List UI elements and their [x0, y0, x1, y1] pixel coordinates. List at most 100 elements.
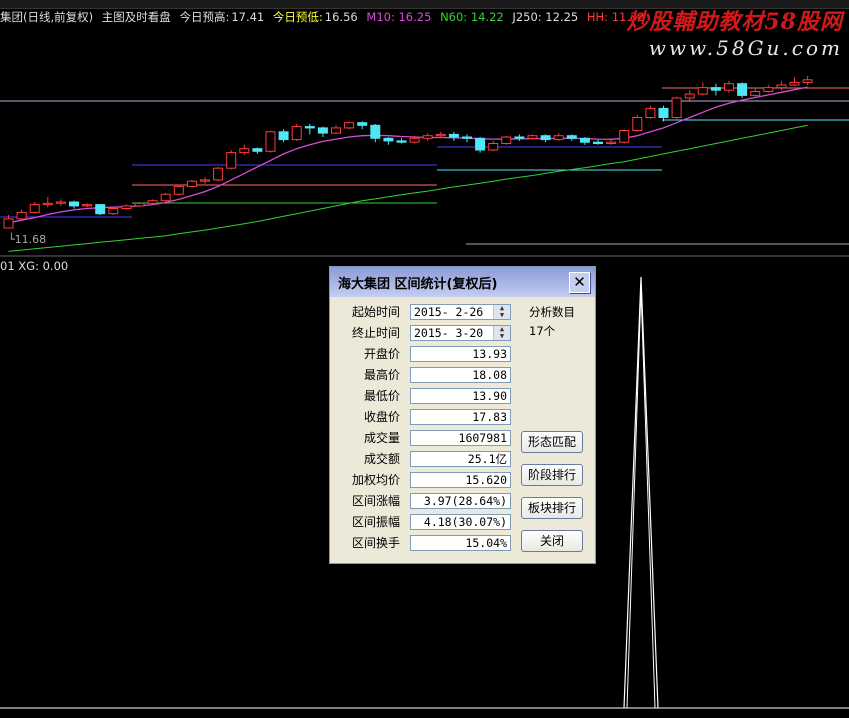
start-date-value: 2015- 2-26 — [414, 305, 484, 319]
candle — [3, 218, 14, 229]
range-stats-dialog: 海大集团 区间统计(复权后) ✕ 起始时间 2015- 2-26 ▲ ▼ 终止时间… — [329, 266, 596, 564]
stat-value: 25.1亿 — [410, 451, 511, 467]
candle — [724, 83, 734, 91]
sector-rank-button[interactable]: 板块排行 — [521, 497, 583, 519]
spin-down-icon[interactable]: ▼ — [494, 333, 510, 340]
candle — [789, 81, 800, 86]
candle — [331, 127, 341, 134]
stat-value: 13.90 — [410, 388, 511, 404]
end-date-spinner[interactable]: ▲ ▼ — [493, 326, 510, 340]
start-time-label: 起始时间 — [351, 305, 400, 319]
close-icon[interactable]: ✕ — [569, 272, 590, 293]
candle — [252, 148, 263, 152]
candle — [317, 127, 328, 134]
candle — [69, 201, 79, 207]
candle — [462, 136, 472, 139]
stat-label: 收盘价 — [363, 410, 400, 424]
candle — [344, 122, 355, 129]
candle — [671, 97, 682, 118]
stage-rank-button[interactable]: 阶段排行 — [521, 464, 583, 486]
ma-green-line — [8, 124, 808, 252]
candle — [226, 152, 237, 169]
candle — [16, 211, 27, 220]
candle — [357, 122, 368, 126]
stat-value: 1607981 — [410, 430, 511, 446]
end-date-picker[interactable]: 2015- 3-20 ▲ ▼ — [410, 325, 511, 341]
stat-label: 成交量 — [363, 431, 400, 445]
dialog-titlebar[interactable]: 海大集团 区间统计(复权后) ✕ — [330, 267, 595, 297]
candle — [553, 135, 564, 141]
candle — [579, 137, 590, 143]
stat-label: 成交额 — [363, 452, 400, 466]
candle — [173, 185, 184, 195]
candle — [632, 117, 643, 131]
candle — [645, 107, 656, 119]
candle — [488, 143, 499, 151]
indicator-spike-inner — [626, 288, 656, 709]
spin-down-icon[interactable]: ▼ — [494, 312, 510, 319]
stat-value: 4.18(30.07%) — [410, 514, 511, 530]
candle — [186, 180, 197, 187]
candle — [147, 200, 158, 204]
candle — [160, 193, 171, 202]
stat-label: 区间涨幅 — [351, 494, 400, 508]
candle — [29, 204, 40, 213]
start-date-picker[interactable]: 2015- 2-26 ▲ ▼ — [410, 304, 511, 320]
candle — [213, 167, 224, 181]
candle — [108, 208, 119, 215]
candle — [55, 201, 66, 204]
candle — [435, 133, 446, 137]
candle — [278, 131, 289, 141]
candle — [95, 204, 106, 215]
candle — [737, 83, 748, 96]
candle — [658, 107, 669, 119]
candle — [527, 135, 538, 139]
pattern-match-button[interactable]: 形态匹配 — [521, 431, 583, 453]
analysis-count-value: 17个 — [529, 324, 556, 338]
end-date-value: 2015- 3-20 — [414, 326, 484, 340]
candle — [514, 136, 525, 139]
stat-label: 区间换手 — [351, 536, 400, 550]
candle — [684, 93, 695, 99]
stat-value: 3.97(28.64%) — [410, 493, 511, 509]
close-button[interactable]: 关闭 — [521, 530, 583, 552]
price-low-value: 11.68 — [14, 233, 47, 246]
indicator-label: 01 XG: 0.00 — [0, 259, 69, 273]
start-date-spinner[interactable]: ▲ ▼ — [493, 305, 510, 319]
end-time-label: 终止时间 — [351, 326, 400, 340]
candle — [619, 130, 630, 143]
candle — [383, 137, 394, 142]
candle — [776, 84, 787, 89]
ma-pink-line — [8, 86, 808, 224]
analysis-count-label: 分析数目 — [529, 305, 575, 319]
stat-label: 最低价 — [363, 389, 400, 403]
candle — [750, 91, 761, 96]
candle — [396, 140, 407, 143]
candle — [501, 136, 512, 144]
candle — [200, 179, 210, 182]
candle — [763, 87, 774, 92]
stat-label: 最高价 — [363, 368, 400, 382]
stat-value: 13.93 — [410, 346, 511, 362]
stat-value: 17.83 — [410, 409, 511, 425]
dialog-title: 海大集团 区间统计(复权后) — [338, 277, 498, 292]
candle — [593, 141, 603, 144]
candle — [42, 202, 53, 206]
candle — [239, 148, 250, 154]
candle — [370, 124, 381, 139]
stat-value: 15.620 — [410, 472, 511, 488]
candle — [448, 133, 459, 138]
candle — [710, 87, 721, 91]
candle — [409, 137, 420, 143]
candle — [802, 79, 813, 83]
candle — [566, 135, 577, 139]
candle — [121, 205, 132, 209]
price-low-label: └11.68 — [8, 233, 47, 246]
candle — [304, 126, 315, 129]
candle — [134, 202, 145, 207]
stat-value: 18.08 — [410, 367, 511, 383]
candle — [540, 135, 551, 141]
stat-value: 15.04% — [410, 535, 511, 551]
stat-label: 加权均价 — [351, 473, 400, 487]
candle — [606, 141, 617, 144]
